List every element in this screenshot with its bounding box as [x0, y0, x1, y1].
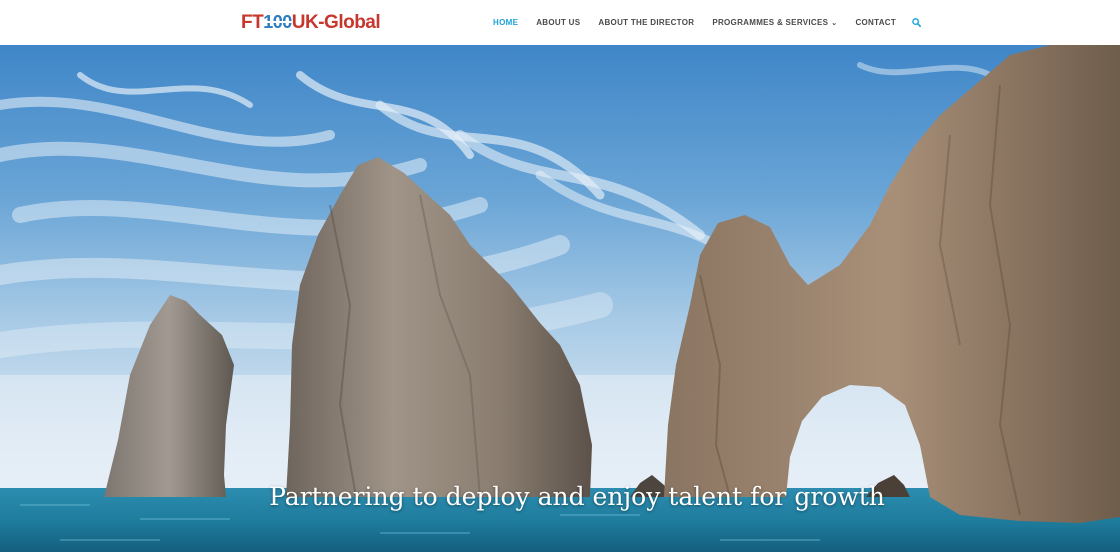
main-nav: HOME ABOUT US ABOUT THE DIRECTOR PROGRAM… — [493, 0, 922, 45]
hero-tagline: Partnering to deploy and enjoy talent fo… — [269, 482, 885, 511]
search-button[interactable] — [912, 18, 922, 27]
nav-item-contact[interactable]: CONTACT — [855, 18, 896, 27]
nav-item-about-the-director[interactable]: ABOUT THE DIRECTOR — [598, 18, 694, 27]
hero-banner: Partnering to deploy and enjoy talent fo… — [0, 45, 1120, 552]
nav-item-label: PROGRAMMES & SERVICES — [712, 18, 829, 27]
nav-item-label: ABOUT THE DIRECTOR — [598, 18, 695, 27]
logo-uk-global-text: UK-Global — [291, 12, 381, 33]
nav-item-label: ABOUT US — [536, 18, 581, 27]
site-header: FT 100 UK-Global HOME ABOUT US ABOUT THE… — [0, 0, 1120, 45]
chevron-down-icon: ⌄ — [831, 19, 838, 27]
hero-image — [0, 45, 1120, 552]
site-logo[interactable]: FT 100 UK-Global — [241, 10, 381, 34]
nav-item-programmes-services[interactable]: PROGRAMMES & SERVICES ⌄ — [712, 18, 837, 27]
nav-item-label: CONTACT — [855, 18, 897, 27]
logo-ft-text: FT — [241, 12, 264, 33]
search-icon — [912, 18, 922, 27]
nav-item-label: HOME — [493, 18, 519, 27]
logo-number-text: 100 — [263, 12, 292, 32]
nav-item-about-us[interactable]: ABOUT US — [536, 18, 580, 27]
nav-item-home[interactable]: HOME — [493, 18, 518, 27]
